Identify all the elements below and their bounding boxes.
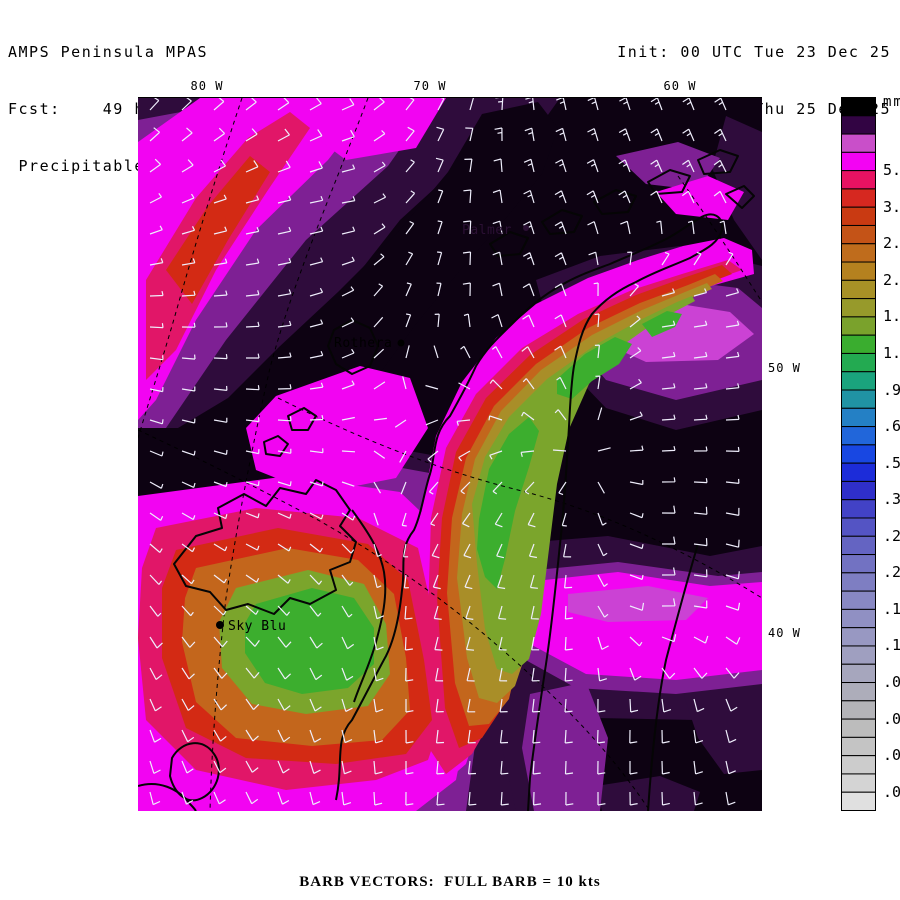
wind-barb — [342, 451, 355, 452]
rothera-station-dot — [398, 340, 405, 347]
lon-label-40w: 40 W — [768, 626, 801, 640]
colorbar-cell — [842, 701, 876, 719]
colorbar-cell — [842, 427, 876, 445]
colorbar-tick-label: .52 — [883, 454, 900, 472]
colorbar-cell — [842, 646, 876, 664]
colorbar-cell — [842, 792, 876, 810]
sky-blu-station-dot — [216, 621, 224, 629]
colorbar-cell — [842, 408, 876, 426]
colorbar-tick-label: 2.91 — [883, 234, 900, 252]
colorbar-tick-label: 2.19 — [883, 271, 900, 289]
colorbar-cell — [842, 463, 876, 481]
colorbar-cell — [842, 189, 876, 207]
colorbar-cell — [842, 207, 876, 225]
colorbar-cell — [842, 591, 876, 609]
colorbar-cell — [842, 628, 876, 646]
colorbar-cell — [842, 445, 876, 463]
colorbar-cell — [842, 609, 876, 627]
colorbar-cell — [842, 299, 876, 317]
colorbar-tick-label: 1.23 — [883, 344, 900, 362]
colorbar-tick-label: .92 — [883, 381, 900, 399]
palmer-station-label: Palmer — [462, 223, 512, 238]
lon-label-60w: 60 W — [658, 79, 702, 93]
colorbar-cell — [842, 134, 876, 152]
lon-label-50w: 50 W — [768, 361, 801, 375]
colorbar-cell — [842, 683, 876, 701]
colorbar-cell — [842, 500, 876, 518]
colorbar-cell — [842, 335, 876, 353]
colorbar-cell — [842, 244, 876, 262]
colorbar-tick-label: .05 — [883, 746, 900, 764]
colorbar-tick-label: .12 — [883, 636, 900, 654]
colorbar: mm 5.16 3.88 2.91 2.19 1.64 1.23 .92 .69 .52 .39.… — [841, 97, 900, 811]
map-panel: Palmer Rothera Sky Blu — [138, 97, 762, 811]
colorbar-cell — [842, 664, 876, 682]
colorbar-cell — [842, 372, 876, 390]
colorbar-cell — [842, 756, 876, 774]
colorbar-tick-label: 1.64 — [883, 307, 900, 325]
colorbar-cell — [842, 262, 876, 280]
colorbar-cell — [842, 171, 876, 189]
colorbar-cell — [842, 353, 876, 371]
colorbar-cell — [842, 116, 876, 134]
colorbar-cell — [842, 98, 876, 116]
colorbar-tick-label: 5.16 — [883, 161, 900, 179]
colorbar-cell — [842, 536, 876, 554]
init-time-line: Init: 00 UTC Tue 23 Dec 25 — [607, 43, 891, 62]
lon-label-70w: 70 W — [408, 79, 452, 93]
colorbar-cell — [842, 737, 876, 755]
sky-blu-station-label: Sky Blu — [228, 619, 286, 634]
colorbar-tick-label: .22 — [883, 563, 900, 581]
colorbar-cell — [842, 719, 876, 737]
colorbar-tick-label: .04 — [883, 783, 900, 801]
colorbar-tick-label: .09 — [883, 673, 900, 691]
colorbar-tick-label: 3.88 — [883, 198, 900, 216]
colorbar-cells — [841, 97, 877, 811]
palmer-station-dot — [523, 225, 529, 231]
rothera-station-label: Rothera — [334, 336, 392, 351]
colorbar-tick-label: .39 — [883, 490, 900, 508]
colorbar-tick-label: .69 — [883, 417, 900, 435]
colorbar-cell — [842, 573, 876, 591]
colorbar-tick-label: .07 — [883, 710, 900, 728]
colorbar-cell — [842, 774, 876, 792]
colorbar-cell — [842, 317, 876, 335]
colorbar-cell — [842, 225, 876, 243]
colorbar-tick-label: .29 — [883, 527, 900, 545]
model-title: AMPS Peninsula MPAS — [8, 43, 271, 62]
colorbar-cell — [842, 152, 876, 170]
colorbar-cell — [842, 390, 876, 408]
colorbar-cell — [842, 280, 876, 298]
colorbar-tick-label: .16 — [883, 600, 900, 618]
colorbar-unit: mm — [883, 94, 900, 110]
barb-legend-caption: BARB VECTORS: FULL BARB = 10 kts — [0, 874, 900, 891]
colorbar-cell — [842, 555, 876, 573]
lon-label-80w: 80 W — [185, 79, 229, 93]
weather-plot-page: AMPS Peninsula MPAS Fcst: 49 h Precipita… — [0, 0, 900, 900]
colorbar-cell — [842, 518, 876, 536]
colorbar-cell — [842, 481, 876, 499]
